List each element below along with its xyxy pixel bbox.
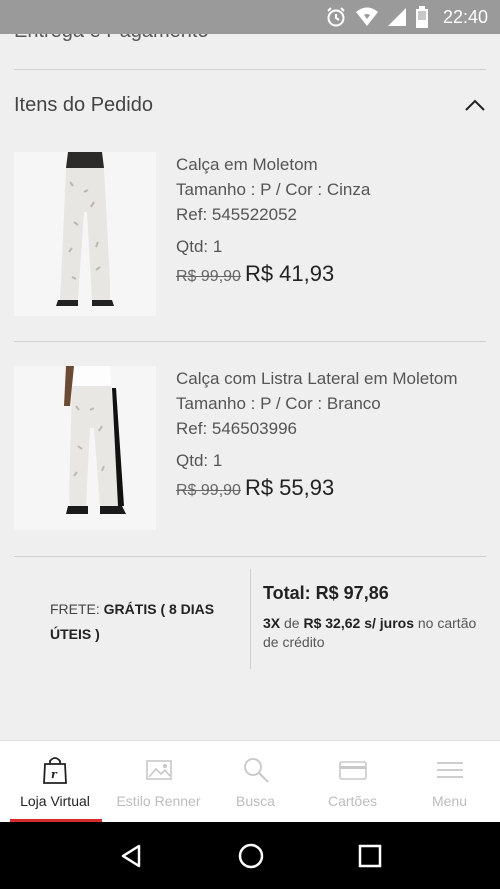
card-icon [338, 761, 367, 780]
product-image[interactable] [14, 152, 156, 316]
item-details: Calça em Moletom Tamanho : P / Cor : Cin… [176, 152, 476, 289]
order-total: Total: R$ 97,86 [263, 583, 389, 603]
summary-divider [250, 569, 251, 669]
menu-icon [436, 762, 463, 778]
wifi-icon [355, 7, 378, 26]
home-icon[interactable] [236, 841, 266, 871]
back-icon[interactable] [117, 842, 145, 870]
clock: 22:40 [442, 6, 488, 27]
item-details: Calça com Listra Lateral em Moletom Tama… [176, 366, 476, 503]
item-qty: Qtd: 1 [176, 237, 223, 256]
tab-cartoes[interactable]: Cartões [304, 741, 401, 823]
signal-icon [387, 8, 406, 26]
current-price: R$ 41,93 [244, 261, 335, 286]
item-price-row: R$ 99,90 R$ 55,93 [176, 475, 476, 503]
divider [14, 69, 486, 70]
battery-icon [415, 6, 428, 28]
chevron-up-icon[interactable] [464, 98, 486, 112]
installment-value: R$ 32,62 s/ juros [303, 615, 414, 631]
tab-bar: r Loja Virtual Estilo Renner Busca Cartõ… [0, 740, 500, 823]
item-qty: Qtd: 1 [176, 451, 223, 470]
shipping-info: FRETE: GRÁTIS ( 8 DIAS ÚTEIS ) [50, 597, 220, 647]
checkout-content: Entrega e Pagamento Itens do Pedido Calç… [0, 34, 500, 740]
delivery-payment-heading: Entrega e Pagamento [14, 34, 209, 43]
divider [14, 341, 486, 342]
order-items-title: Itens do Pedido [14, 93, 153, 116]
tab-label: Estilo Renner [116, 793, 201, 809]
item-name[interactable]: Calça com Listra Lateral em Moletom [176, 366, 476, 391]
item-variant: Tamanho : P / Cor : Cinza [176, 180, 371, 199]
tab-label: Menu [431, 793, 468, 809]
installment-info: 3X de R$ 32,62 s/ juros no cartão de cré… [263, 614, 483, 652]
tab-label: Loja Virtual [20, 793, 90, 809]
status-bar: 22:40 [0, 0, 500, 34]
system-nav-bar [0, 822, 500, 889]
image-icon [145, 760, 172, 780]
divider [14, 556, 486, 557]
tab-menu[interactable]: Menu [401, 741, 498, 823]
recents-icon[interactable] [357, 843, 383, 869]
alarm-icon [327, 7, 345, 27]
item-variant: Tamanho : P / Cor : Branco [176, 394, 381, 413]
current-price: R$ 55,93 [244, 475, 335, 500]
total-block: Total: R$ 97,86 3X de R$ 32,62 s/ juros … [263, 583, 483, 652]
svg-text:r: r [51, 768, 58, 781]
item-name[interactable]: Calça em Moletom [176, 152, 476, 177]
tab-label: Cartões [327, 793, 378, 809]
order-items-header[interactable]: Itens do Pedido [14, 90, 486, 120]
item-price-row: R$ 99,90 R$ 41,93 [176, 261, 476, 289]
old-price: R$ 99,90 [176, 482, 241, 499]
tab-busca[interactable]: Busca [207, 741, 304, 823]
order-summary: FRETE: GRÁTIS ( 8 DIAS ÚTEIS ) Total: R$… [14, 569, 486, 671]
tab-estilo-renner[interactable]: Estilo Renner [110, 741, 207, 823]
shopping-bag-icon: r [43, 757, 67, 784]
installment-count: 3X [263, 615, 281, 631]
shipping-label: FRETE: [50, 601, 100, 617]
item-ref: Ref: 545522052 [176, 205, 297, 224]
search-icon [243, 758, 269, 783]
old-price: R$ 99,90 [176, 268, 241, 285]
tab-label: Busca [236, 793, 275, 809]
item-ref: Ref: 546503996 [176, 419, 297, 438]
tab-loja-virtual[interactable]: r Loja Virtual [0, 741, 110, 823]
installment-de: de [284, 615, 300, 631]
product-image[interactable] [14, 366, 156, 530]
